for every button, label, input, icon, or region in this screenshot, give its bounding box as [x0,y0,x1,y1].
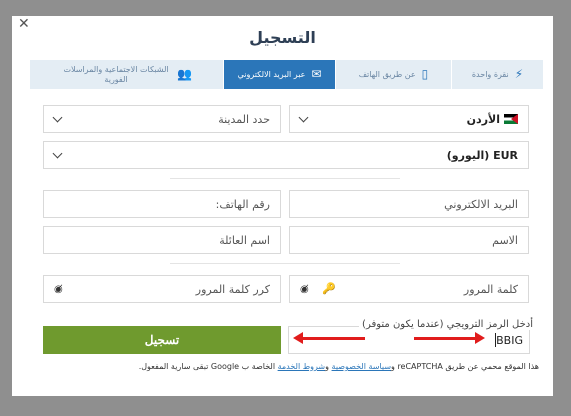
divider [170,178,400,179]
phone-icon: ▯ [421,67,429,82]
tab-label: عبر البريد الالكتروني [237,69,306,79]
envelope-icon: ✉ [311,67,322,82]
currency-select[interactable]: EUR (اليورو) [43,141,529,169]
country-value: الأردن [466,112,500,126]
lightning-icon: ⚡ [514,67,524,82]
text-caret [495,333,497,347]
recaptcha-notice: هذا الموقع محمي عن طريق reCAPTCHA وسياسة… [138,362,539,371]
currency-value: EUR (اليورو) [446,148,518,162]
chevron-down-icon [298,112,309,123]
tab-label: عن طريق الهاتف [358,69,416,79]
register-button[interactable]: تسجيل [43,326,281,354]
registration-tabs: ⚡ نقرة واحدة ▯ عن طريق الهاتف ✉ عبر البر… [30,60,543,89]
tab-label: الشبكات الاجتماعية والمراسلات الفورية [63,64,169,84]
email-field[interactable]: البريد الالكتروني [289,190,529,218]
city-select[interactable]: حدد المدينة [43,105,281,133]
tab-phone[interactable]: ▯ عن طريق الهاتف [335,60,451,89]
password-field[interactable]: كلمة المرور 🔑 ◉̸ [289,275,529,303]
terms-of-service-link[interactable]: شروط الخدمة [278,362,326,371]
tab-label: نقرة واحدة [471,69,509,79]
promo-code-label: أدخل الرمز الترويجي (عندما يكون متوفر) [359,319,536,330]
first-name-placeholder: الاسم [492,233,518,247]
promo-code-input[interactable]: BBIG [288,326,530,354]
promo-code-value: BBIG [496,333,523,347]
password-placeholder: كلمة المرور [463,282,518,296]
tab-email[interactable]: ✉ عبر البريد الالكتروني [223,60,335,89]
last-name-placeholder: اسم العائلة [219,233,270,247]
last-name-field[interactable]: اسم العائلة [43,226,281,254]
modal-title: التسجيل [249,28,316,47]
country-select[interactable]: الأردن [289,105,529,133]
users-icon: 👥 [177,67,192,82]
confirm-password-placeholder: كرر كلمة المرور [195,282,270,296]
phone-field[interactable]: رقم الهاتف: [43,190,281,218]
first-name-field[interactable]: الاسم [289,226,529,254]
email-placeholder: البريد الالكتروني [444,197,518,211]
annotation-arrow-left [293,332,365,344]
tab-social[interactable]: 👥 الشبكات الاجتماعية والمراسلات الفورية [30,60,223,89]
chevron-down-icon [52,148,63,159]
eye-slash-icon[interactable]: ◉̸ [300,284,309,295]
city-placeholder: حدد المدينة [218,112,270,126]
chevron-down-icon [52,112,63,123]
registration-modal: ✕ التسجيل ⚡ نقرة واحدة ▯ عن طريق الهاتف … [12,16,553,396]
phone-placeholder: رقم الهاتف: [215,197,270,211]
jordan-flag-icon [504,114,518,124]
key-icon[interactable]: 🔑 [322,282,336,295]
privacy-policy-link[interactable]: سياسة الخصوصية [332,362,391,371]
annotation-arrow-right [414,332,485,344]
confirm-password-field[interactable]: كرر كلمة المرور ◉̸ [43,275,281,303]
eye-slash-icon[interactable]: ◉̸ [54,284,63,295]
divider [170,263,400,264]
tab-one-click[interactable]: ⚡ نقرة واحدة [451,60,543,89]
